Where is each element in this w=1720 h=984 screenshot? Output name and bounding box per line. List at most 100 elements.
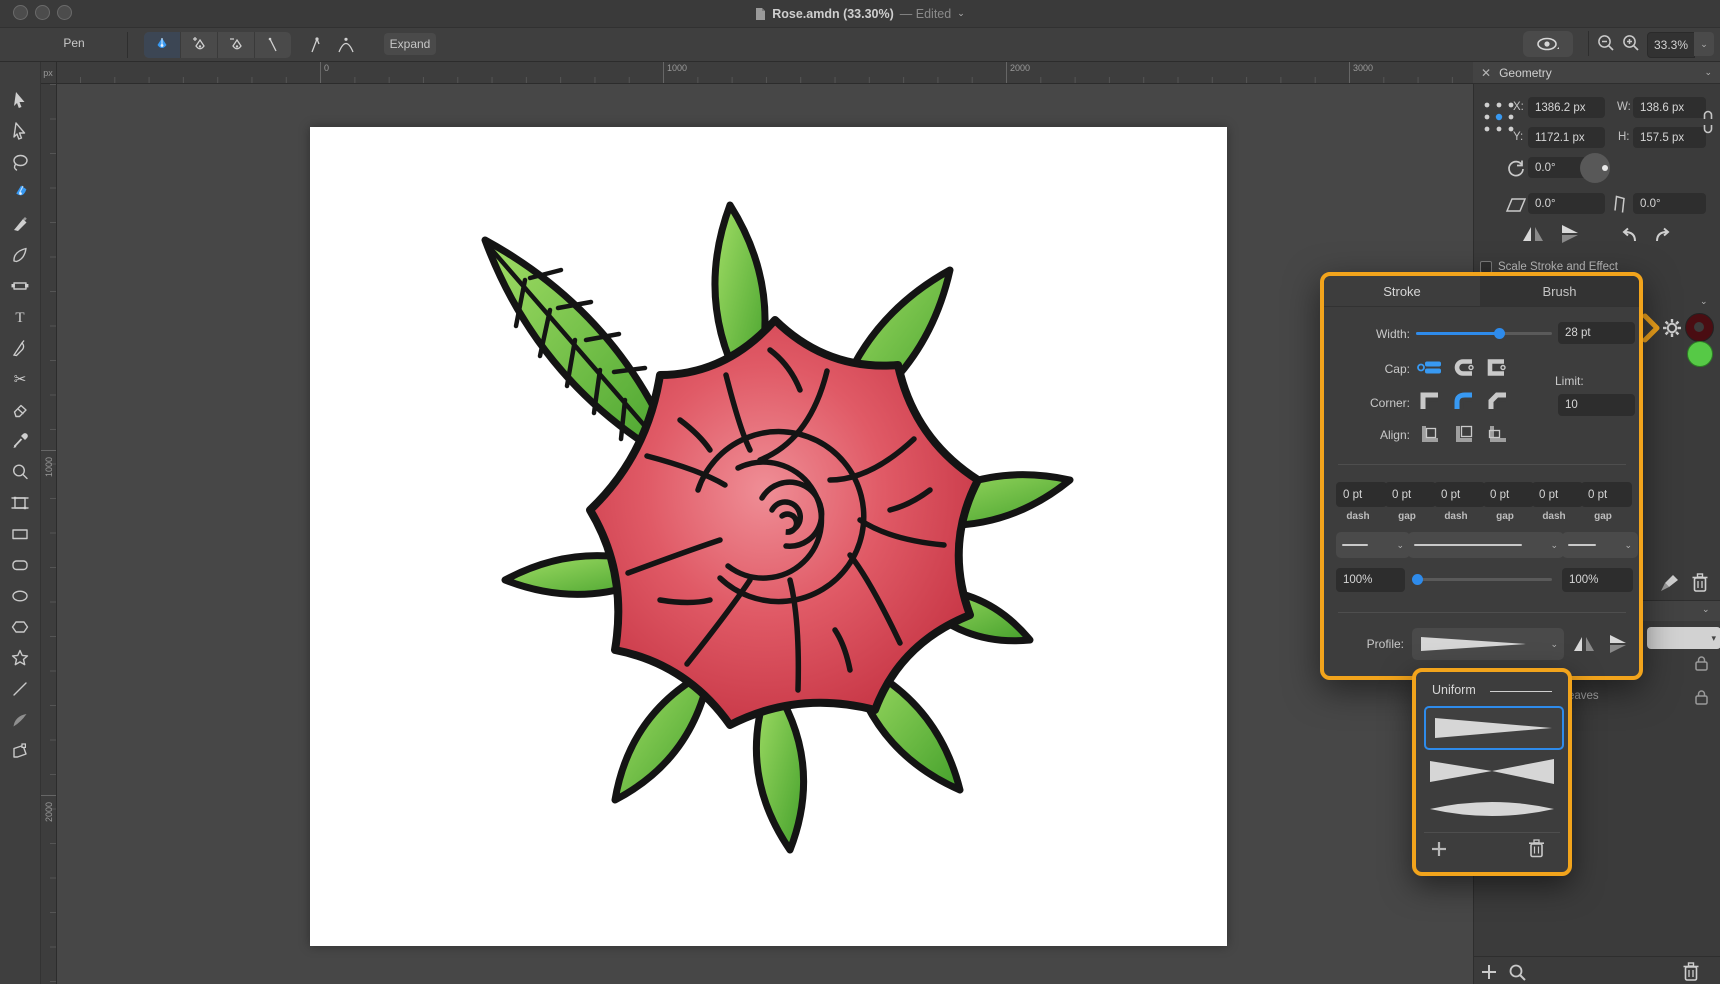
width-slider-thumb[interactable] — [1494, 328, 1505, 339]
undo-rotation-icon[interactable] — [1616, 224, 1640, 244]
round-cap-button[interactable] — [1452, 357, 1476, 378]
delete-layer-icon[interactable] — [1682, 961, 1700, 982]
lasso-tool[interactable] — [0, 146, 40, 177]
move-tool[interactable] — [0, 84, 40, 115]
expand-button[interactable]: Expand — [384, 33, 436, 55]
profile-bowtie-swatch[interactable] — [1424, 756, 1560, 786]
pen-tool[interactable] — [0, 177, 40, 208]
polygon-tool[interactable] — [0, 611, 40, 642]
add-profile-icon[interactable] — [1430, 840, 1448, 858]
skew-field[interactable]: 0.0° — [1633, 193, 1706, 214]
anchor-point-selector[interactable] — [1482, 100, 1516, 134]
start-pressure-field[interactable]: 100% — [1336, 568, 1405, 592]
chevron-down-icon[interactable]: ⌄ — [1704, 67, 1712, 78]
star-tool[interactable] — [0, 642, 40, 673]
gear-icon[interactable] — [1661, 317, 1683, 339]
vertical-ruler[interactable] — [40, 62, 57, 984]
ellipse-tool[interactable] — [0, 580, 40, 611]
pen-tool-mode-button[interactable] — [144, 32, 181, 58]
zoom-in-icon[interactable] — [1621, 33, 1641, 53]
profile-taper-swatch-selected[interactable] — [1424, 706, 1564, 750]
close-panel-icon[interactable]: ✕ — [1481, 66, 1491, 80]
shear-field[interactable]: 0.0° — [1528, 193, 1605, 214]
blend-mode-dropdown[interactable]: ▾ — [1647, 627, 1720, 649]
line-start-dropdown[interactable]: ⌄ — [1336, 532, 1410, 558]
square-cap-button[interactable] — [1484, 357, 1508, 378]
trash-icon-appearance[interactable] — [1691, 572, 1709, 593]
view-mode-button[interactable] — [1523, 31, 1573, 57]
search-layers-icon[interactable] — [1508, 963, 1528, 983]
width-field[interactable]: 28 pt — [1558, 322, 1635, 344]
flip-vertical-icon[interactable] — [1558, 224, 1582, 244]
smooth-node-icon[interactable] — [336, 35, 356, 55]
align-outside-button[interactable] — [1486, 423, 1509, 444]
end-pressure-field[interactable]: 100% — [1562, 568, 1633, 592]
line-end-dropdown[interactable]: ⌄ — [1562, 532, 1638, 558]
gap-field-2[interactable]: 0 pt — [1483, 482, 1534, 507]
sharp-node-icon[interactable] — [308, 35, 326, 55]
color-picker-tool[interactable] — [0, 425, 40, 456]
rounded-rectangle-tool[interactable] — [0, 549, 40, 580]
fill-color-swatch[interactable] — [1687, 341, 1713, 367]
vector-brush-tool[interactable] — [0, 239, 40, 270]
miter-join-button[interactable] — [1418, 391, 1441, 412]
rotation-field[interactable]: 0.0° — [1528, 157, 1587, 178]
delete-profile-icon[interactable] — [1528, 838, 1545, 858]
lock-icon[interactable] — [1694, 689, 1709, 706]
knife-tool[interactable] — [0, 332, 40, 363]
tab-brush[interactable]: Brush — [1480, 276, 1639, 306]
text-tool[interactable]: T — [0, 301, 40, 332]
pressure-slider-track[interactable] — [1414, 578, 1552, 581]
pressure-slider-thumb[interactable] — [1412, 574, 1423, 585]
remove-node-pen-button[interactable] — [218, 32, 255, 58]
fill-gradient-tool[interactable] — [0, 270, 40, 301]
tab-stroke[interactable]: Stroke — [1324, 276, 1480, 306]
horizontal-ruler[interactable] — [56, 62, 1473, 84]
geometry-panel-header[interactable]: ✕ Geometry ⌄ — [1473, 62, 1720, 84]
align-center-button[interactable] — [1418, 423, 1441, 444]
node-tool[interactable] — [0, 115, 40, 146]
ruler-units-label[interactable]: px — [40, 62, 56, 84]
y-field[interactable]: 1172.1 px — [1528, 127, 1605, 148]
dash-field-1[interactable]: 0 pt — [1336, 482, 1387, 507]
miter-limit-field[interactable]: 10 — [1558, 394, 1635, 416]
flip-horizontal-icon[interactable] — [1521, 224, 1545, 244]
gap-field-1[interactable]: 0 pt — [1385, 482, 1436, 507]
dash-field-3[interactable]: 0 pt — [1532, 482, 1583, 507]
zoom-out-icon[interactable] — [1596, 33, 1616, 53]
stroke-color-swatch[interactable] — [1685, 313, 1714, 342]
redo-rotation-icon[interactable] — [1652, 224, 1676, 244]
rose-illustration[interactable] — [430, 150, 1110, 870]
h-field[interactable]: 157.5 px — [1633, 127, 1706, 148]
rectangle-tool[interactable] — [0, 518, 40, 549]
rotation-dial[interactable] — [1580, 153, 1610, 183]
align-inside-button[interactable] — [1452, 423, 1475, 444]
pencil-tool[interactable] — [0, 208, 40, 239]
x-field[interactable]: 1386.2 px — [1528, 97, 1605, 118]
title-chevron-icon[interactable]: ⌄ — [957, 8, 965, 19]
chevron-down-icon[interactable]: ⌄ — [1702, 604, 1710, 615]
zoom-level-field[interactable]: 33.3% — [1647, 32, 1695, 58]
add-node-pen-button[interactable] — [181, 32, 218, 58]
flip-profile-horizontal-icon[interactable] — [1572, 634, 1596, 654]
line-style-dropdown[interactable]: ⌄ — [1408, 532, 1564, 558]
vector-crop-tool[interactable] — [0, 487, 40, 518]
dash-field-2[interactable]: 0 pt — [1434, 482, 1485, 507]
cleanup-brush-icon[interactable] — [1659, 573, 1681, 593]
profile-dropdown[interactable]: ⌄ — [1412, 628, 1564, 660]
bevel-join-button[interactable] — [1486, 391, 1509, 412]
zoom-dropdown-button[interactable]: ⌄ — [1694, 32, 1714, 56]
corner-frame-tool[interactable] — [0, 735, 40, 766]
butt-cap-button[interactable] — [1416, 357, 1443, 378]
gap-field-3[interactable]: 0 pt — [1581, 482, 1632, 507]
profile-lens-swatch[interactable] — [1424, 794, 1560, 824]
w-field[interactable]: 138.6 px — [1633, 97, 1706, 118]
round-join-button[interactable] — [1452, 391, 1475, 412]
scissors-tool[interactable]: ✂ — [0, 363, 40, 394]
link-dimensions-icon[interactable] — [1702, 110, 1714, 134]
zoom-tool[interactable] — [0, 456, 40, 487]
lock-icon[interactable] — [1694, 655, 1709, 672]
line-mode-button[interactable] — [255, 32, 291, 58]
add-layer-icon[interactable] — [1480, 963, 1498, 981]
line-tool[interactable] — [0, 673, 40, 704]
